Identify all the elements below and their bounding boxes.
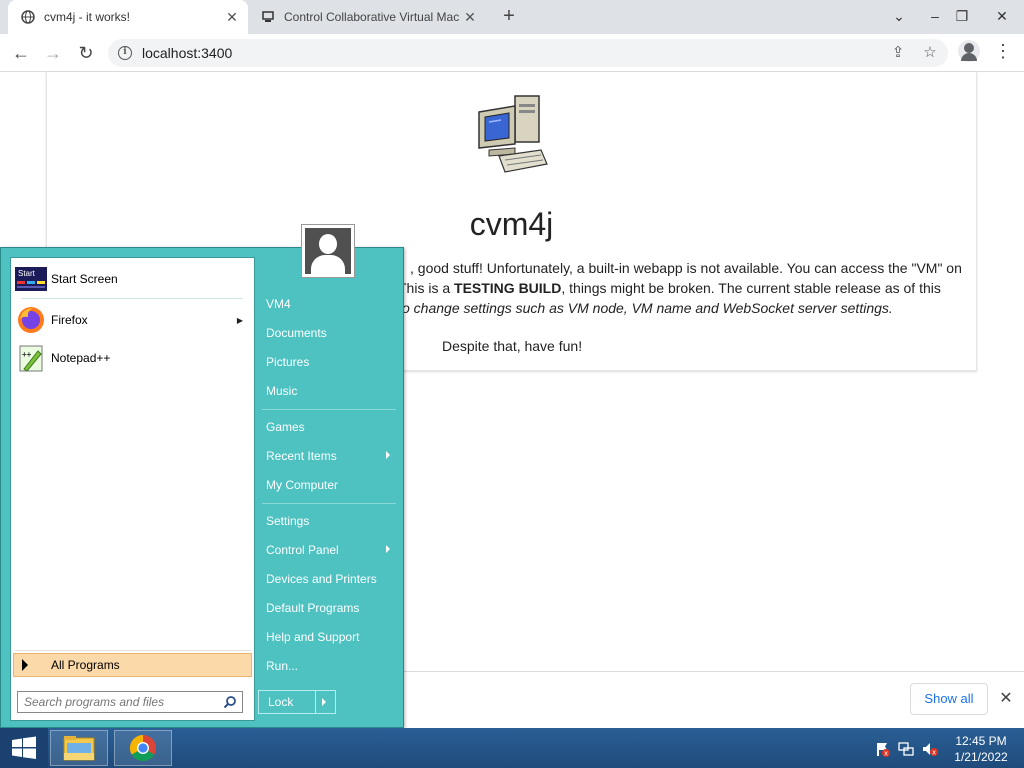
- lock-button[interactable]: Lock: [258, 690, 336, 714]
- close-tab-icon[interactable]: ✕: [460, 9, 480, 26]
- url-text: localhost:3400: [142, 45, 233, 61]
- action-center-flag-icon[interactable]: x: [874, 741, 890, 757]
- start-item-run[interactable]: Run...: [258, 653, 398, 679]
- search-programs-input[interactable]: [17, 691, 243, 713]
- user-icon: [305, 228, 351, 274]
- computer-icon: [260, 9, 276, 25]
- windows-start-icon[interactable]: [0, 728, 48, 768]
- bookmark-star-icon[interactable]: ☆: [918, 39, 942, 67]
- more-menu-icon[interactable]: ⋮: [994, 41, 1012, 62]
- clock-time: 12:45 PM: [955, 734, 1007, 748]
- start-screen-label: Start Screen: [51, 272, 118, 286]
- start-item-pictures[interactable]: Pictures: [258, 349, 398, 375]
- svg-text:Start: Start: [18, 269, 36, 278]
- system-clock[interactable]: 12:45 PM 1/21/2022: [948, 733, 1014, 765]
- taskbar-file-explorer[interactable]: [50, 730, 108, 766]
- start-item-help-and-support[interactable]: Help and Support: [258, 624, 398, 650]
- folder-icon: [63, 736, 95, 761]
- restore-icon[interactable]: ❐: [949, 4, 975, 28]
- firefox-icon: [15, 304, 47, 336]
- testing-build-label: TESTING BUILD: [454, 280, 562, 296]
- divider: [262, 409, 396, 410]
- share-icon[interactable]: ⇪: [886, 39, 910, 67]
- browser-toolbar: ← → ↻ i localhost:3400 ⇪ ☆: [0, 34, 1024, 72]
- notepad-plus-plus-icon: ++: [15, 342, 47, 374]
- firefox-item[interactable]: Firefox ▶: [15, 302, 251, 338]
- clock-date: 1/21/2022: [954, 750, 1008, 764]
- tab-control-collaborative[interactable]: Control Collaborative Virtual Mac ✕: [252, 0, 486, 34]
- info-icon[interactable]: i: [118, 46, 132, 60]
- close-window-icon[interactable]: ✕: [989, 4, 1015, 28]
- notepad-plus-plus-label: Notepad++: [51, 351, 111, 365]
- submenu-arrow-icon: ▶: [236, 315, 243, 325]
- divider: [15, 650, 251, 651]
- divider: [21, 298, 243, 299]
- back-icon[interactable]: ←: [8, 40, 34, 66]
- minimize-icon[interactable]: –: [922, 4, 948, 28]
- start-screen-icon: Start: [15, 263, 47, 295]
- submenu-arrow-icon: [386, 545, 390, 553]
- svg-text:++: ++: [22, 350, 32, 359]
- lock-label: Lock: [268, 695, 294, 709]
- profile-avatar-icon[interactable]: [958, 40, 980, 62]
- start-menu-programs-pane: Start Start Screen Firefox ▶ ++ Notepad+…: [10, 257, 255, 721]
- address-bar[interactable]: i localhost:3400 ⇪ ☆: [108, 39, 948, 67]
- computer-logo-icon: [478, 95, 548, 173]
- start-item-control-panel[interactable]: Control Panel: [258, 537, 398, 563]
- user-avatar[interactable]: [301, 224, 355, 278]
- svg-text:x: x: [932, 749, 936, 757]
- lock-options-arrow-icon[interactable]: [322, 698, 326, 706]
- start-screen-item[interactable]: Start Start Screen: [15, 261, 251, 297]
- tab-title: Control Collaborative Virtual Mac: [284, 10, 460, 24]
- firefox-label: Firefox: [51, 313, 88, 327]
- start-item-devices-and-printers[interactable]: Devices and Printers: [258, 566, 398, 592]
- close-download-bar-icon[interactable]: ✕: [996, 688, 1016, 708]
- footer-text: Despite that, have fun!: [442, 338, 583, 354]
- all-programs-label: All Programs: [51, 658, 120, 672]
- start-item-recent-items[interactable]: Recent Items: [258, 443, 398, 469]
- close-tab-icon[interactable]: ✕: [222, 9, 242, 26]
- chrome-icon: [129, 734, 156, 762]
- forward-icon[interactable]: →: [40, 40, 66, 66]
- volume-muted-icon[interactable]: x: [922, 741, 938, 757]
- globe-icon: [20, 9, 36, 25]
- divider: [262, 503, 396, 504]
- tab-cvm4j[interactable]: cvm4j - it works! ✕: [8, 0, 248, 34]
- new-tab-button[interactable]: +: [498, 6, 520, 28]
- page-title: cvm4j: [469, 206, 554, 242]
- notepad-plus-plus-item[interactable]: ++ Notepad++: [15, 340, 251, 376]
- reload-icon[interactable]: ↻: [73, 40, 99, 66]
- triangle-right-icon: [22, 659, 28, 671]
- taskbar-chrome[interactable]: [114, 730, 172, 766]
- start-item-documents[interactable]: Documents: [258, 320, 398, 346]
- tab-search-icon[interactable]: ⌄: [886, 4, 912, 28]
- tab-title: cvm4j - it works!: [44, 10, 131, 24]
- start-item-default-programs[interactable]: Default Programs: [258, 595, 398, 621]
- start-item-vm4[interactable]: VM4: [258, 291, 398, 317]
- divider: [315, 691, 316, 713]
- network-icon[interactable]: [898, 741, 914, 757]
- search-icon[interactable]: [223, 695, 237, 709]
- submenu-arrow-icon: [386, 451, 390, 459]
- show-all-button[interactable]: Show all: [910, 683, 988, 715]
- all-programs-button[interactable]: All Programs: [13, 653, 252, 677]
- start-item-settings[interactable]: Settings: [258, 508, 398, 534]
- svg-text:x: x: [884, 750, 888, 758]
- start-item-my-computer[interactable]: My Computer: [258, 472, 398, 498]
- start-item-music[interactable]: Music: [258, 378, 398, 404]
- start-item-games[interactable]: Games: [258, 414, 398, 440]
